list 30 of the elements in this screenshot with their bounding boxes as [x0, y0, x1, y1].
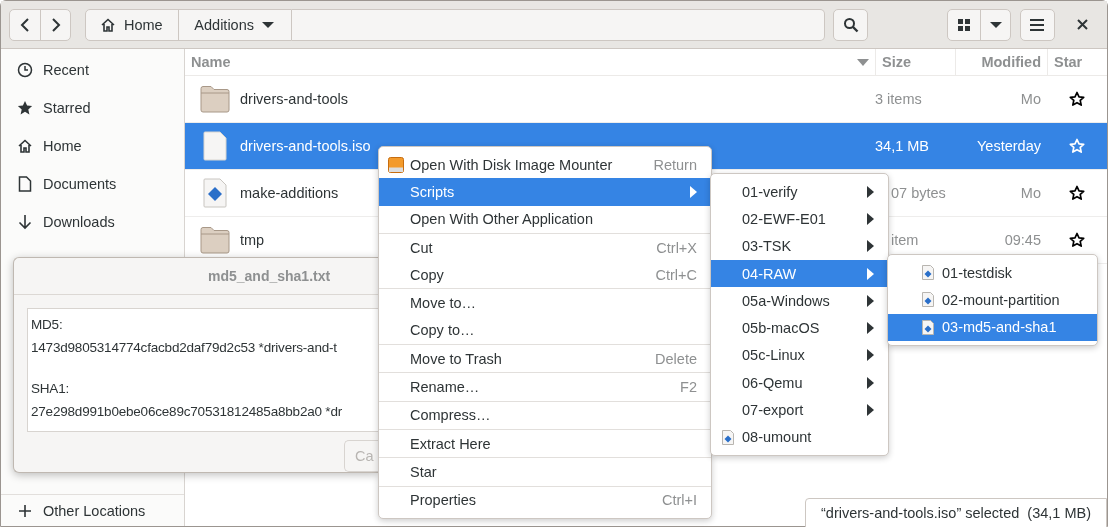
- file-modified: Mo: [1019, 185, 1042, 201]
- file-size: 3 items: [875, 91, 923, 107]
- hash-label: SHA1:: [31, 380, 71, 399]
- file-size: 07 bytes: [890, 185, 947, 201]
- hash-value: 27e298d991b0ebe06ce89c70531812485a8bb2a0 *dr: [31, 403, 343, 422]
- menu-item-label: Open With Disk Image Mounter: [410, 156, 614, 173]
- hash-value: 1473d9805314774cfacbd2daf79d2c53 *drivers-and-t: [31, 339, 338, 358]
- shortcut-label: Delete: [655, 350, 697, 367]
- menu-item-label: Copy: [410, 266, 445, 283]
- hash-label: MD5:: [31, 316, 64, 335]
- file-modified: 09:45: [1003, 232, 1042, 248]
- dialog-title: md5_and_sha1.txt: [14, 258, 378, 296]
- file-name: tmp: [240, 232, 265, 248]
- menu-item-label: Properties: [410, 492, 478, 509]
- file-size: item: [890, 232, 920, 248]
- menu-item-label: Cut: [410, 239, 434, 256]
- shortcut-label: F2: [680, 379, 697, 395]
- shortcut-label: Ctrl+C: [655, 266, 697, 283]
- file-name: make-additions: [240, 185, 339, 201]
- status-text: “drivers-and-tools.iso” selected (34,1 MB): [821, 505, 1091, 521]
- file-size: 34,1 MB: [875, 138, 930, 154]
- file-modified: Mo: [1019, 91, 1042, 107]
- shortcut-label: Ctrl+X: [656, 239, 697, 256]
- menu-item-label: Rename…: [410, 379, 481, 395]
- file-name: drivers-and-tools.iso: [240, 138, 371, 154]
- menu-item-label: Move to Trash: [410, 350, 503, 367]
- file-modified: Yesterday: [976, 138, 1042, 154]
- shortcut-label: Return: [653, 156, 697, 173]
- shortcut-label: Ctrl+I: [661, 492, 697, 509]
- file-name: drivers-and-tools: [240, 91, 348, 107]
